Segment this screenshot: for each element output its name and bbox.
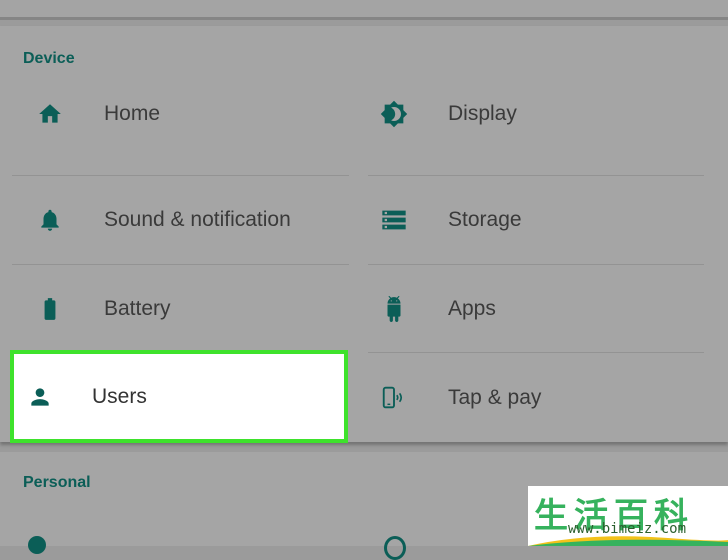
battery-icon [36,295,64,323]
security-icon [384,536,406,560]
settings-item-label: Home [104,102,161,125]
settings-item-label: Display [448,102,517,125]
settings-item-label: Apps [448,297,496,320]
settings-item-sound-notification[interactable]: Sound & notification [12,176,349,264]
storage-icon [380,206,408,234]
location-icon [28,536,46,554]
person-icon [26,383,54,411]
settings-item-label: Tap & pay [448,386,542,409]
settings-item-label: Battery [104,297,171,320]
phone-nfc-icon [380,384,408,412]
bell-icon [36,206,64,234]
settings-item-battery[interactable]: Battery [12,265,349,353]
settings-item-users[interactable]: Users [10,350,348,443]
settings-item-label: Storage [448,208,522,231]
settings-item-apps[interactable]: Apps [368,265,704,353]
previous-card [0,0,728,20]
device-settings-card: Device Home Display Sound & notification… [0,26,728,443]
android-icon [380,295,408,323]
section-header-personal: Personal [23,474,91,491]
brightness-icon [380,100,408,128]
settings-item-tap-pay[interactable]: Tap & pay [368,354,704,442]
settings-item-label: Users [92,384,147,408]
watermark-logo: 生活百科 www.bimeiz.com [528,486,728,546]
settings-item-display[interactable]: Display [368,70,704,158]
divider [368,352,704,353]
settings-item-storage[interactable]: Storage [368,176,704,264]
settings-item-home[interactable]: Home [12,70,349,158]
home-icon [36,100,64,128]
watermark-swoosh [528,536,728,546]
section-header-device: Device [23,50,75,67]
settings-item-label: Sound & notification [104,208,291,231]
